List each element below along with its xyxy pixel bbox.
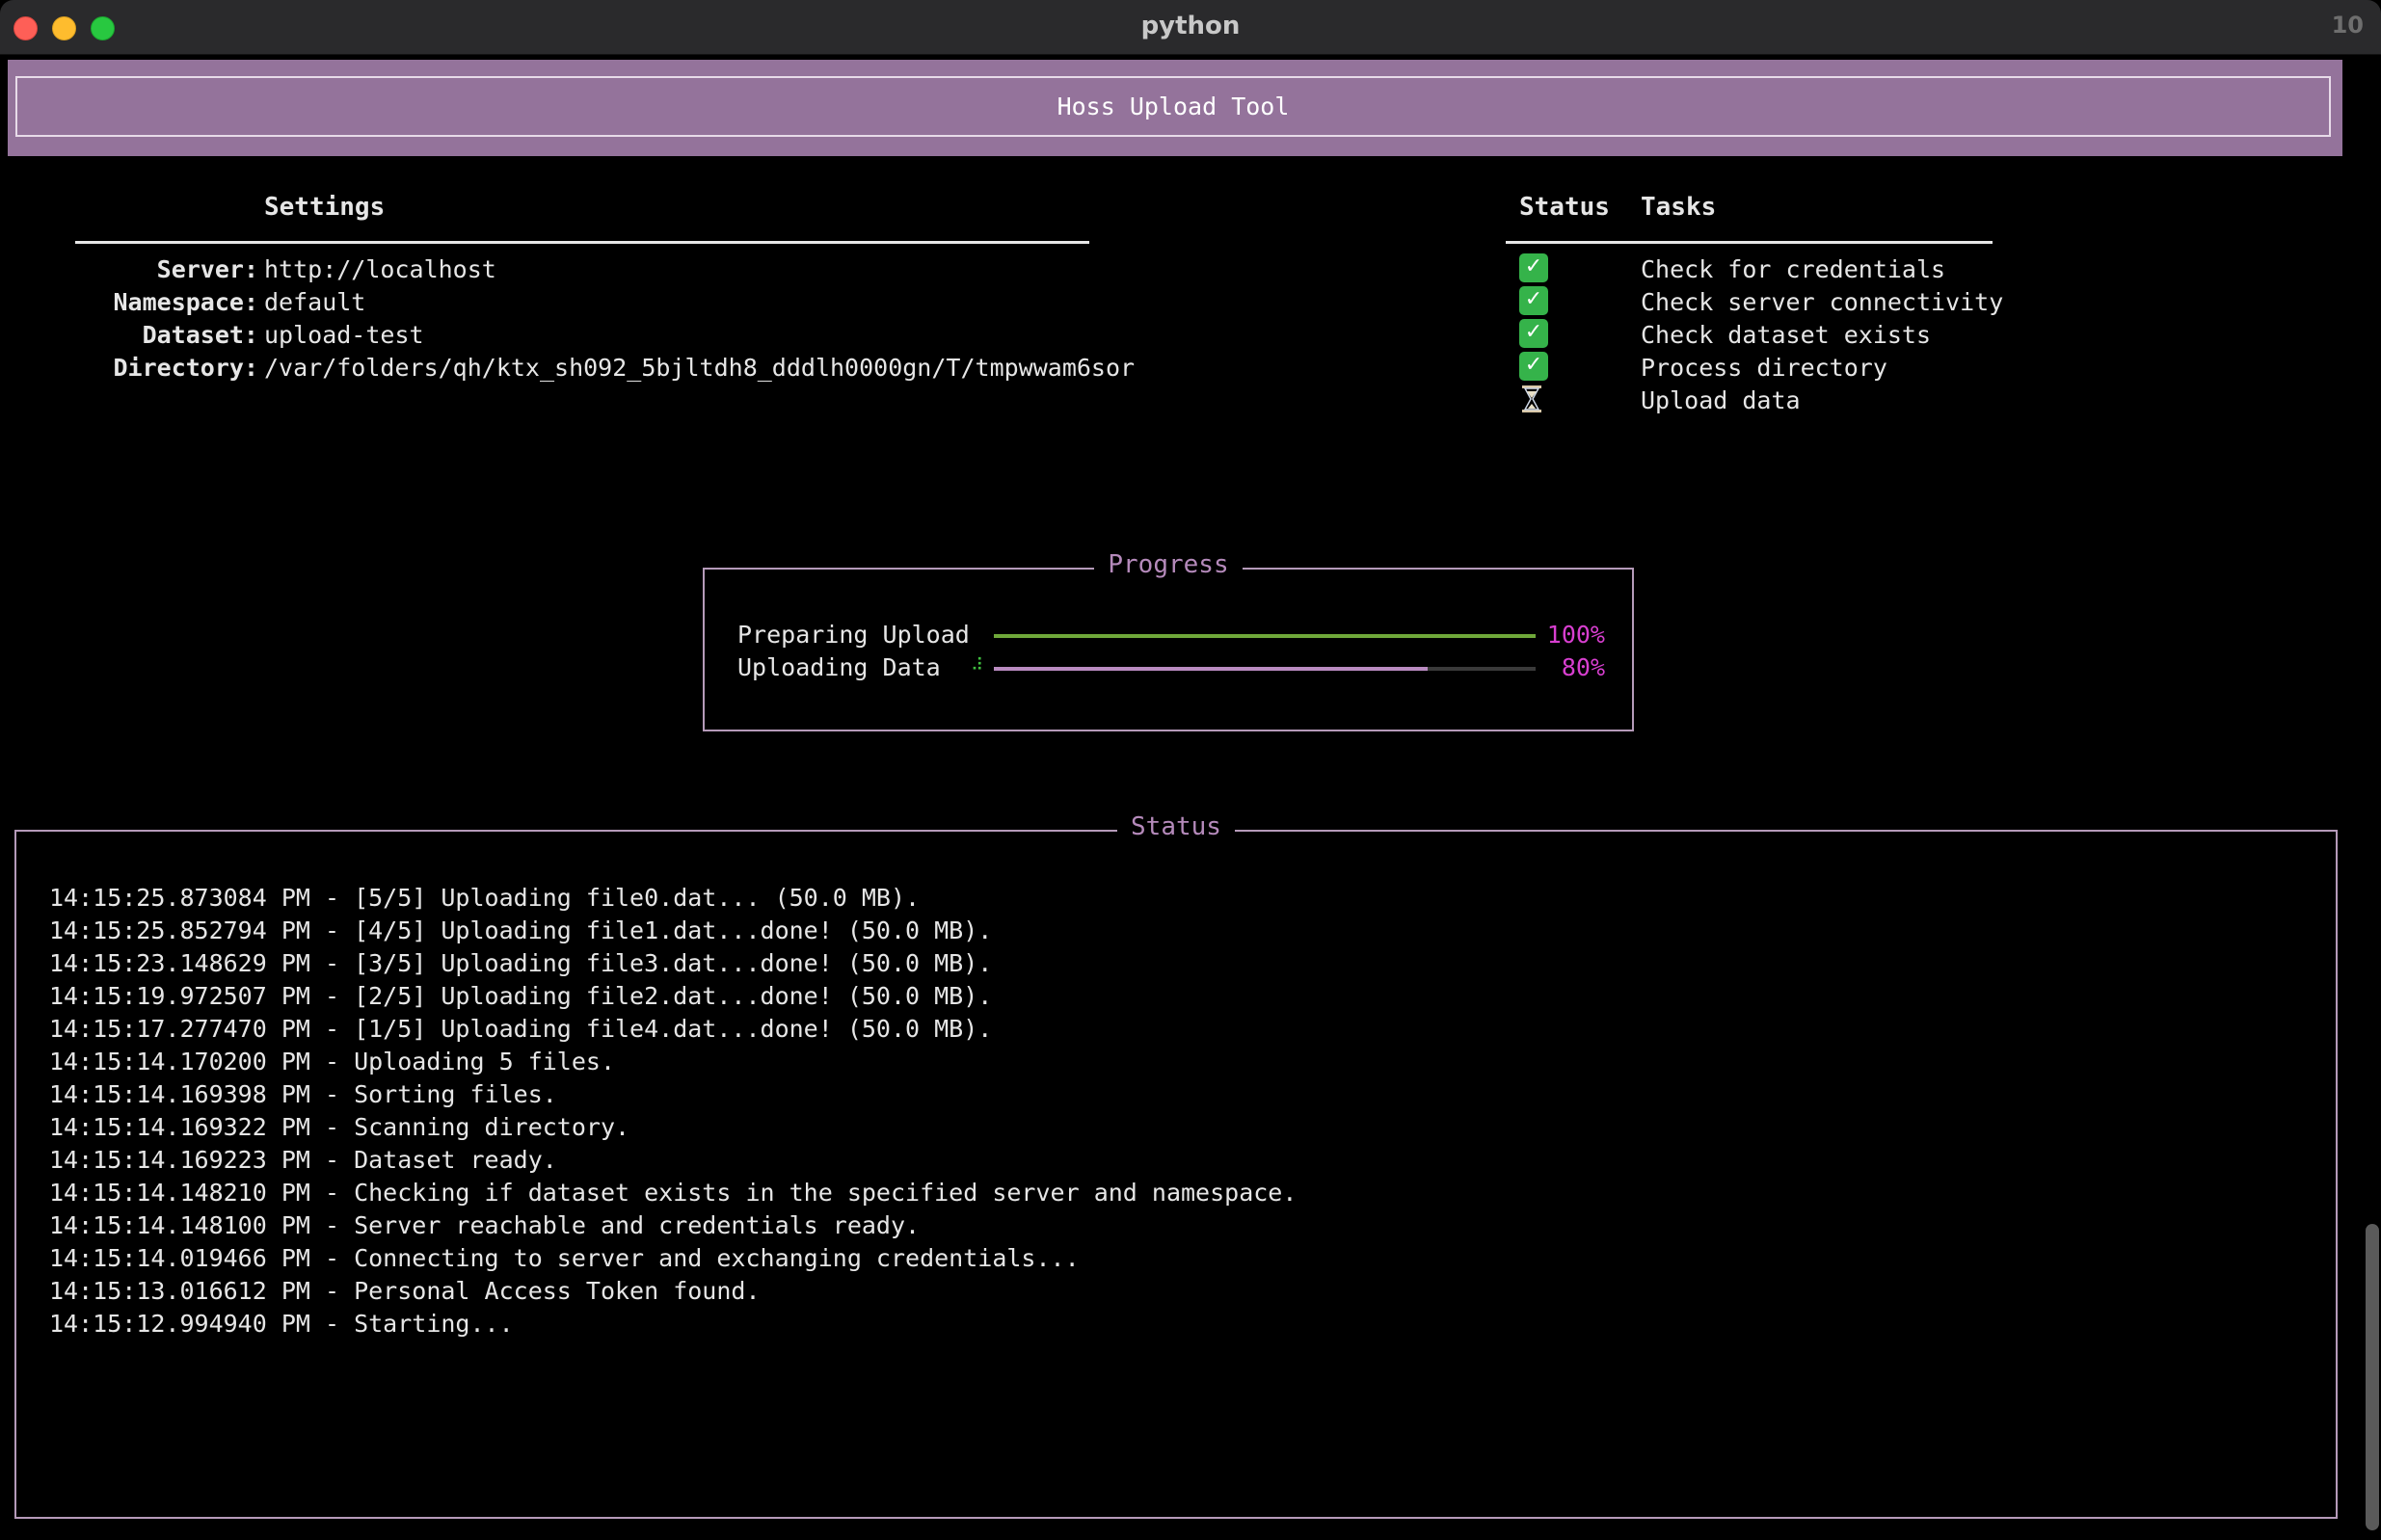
progress-bar (994, 634, 1536, 638)
progress-panel: Progress Preparing Upload 100% Uploading… (703, 550, 1634, 731)
log-line: 14:15:25.873084 PM - [5/5] Uploading fil… (49, 884, 921, 912)
tasks-column-heading: Tasks (1641, 193, 1717, 222)
tasks-header: Status Tasks (1506, 189, 1993, 244)
progress-row-uploading: Uploading Data ⠼ 80% (737, 653, 1605, 686)
log-line: 14:15:14.148100 PM - Server reachable an… (49, 1211, 921, 1239)
task-row: ✓ Check for credentials (1506, 244, 1993, 283)
log-line: 14:15:23.148629 PM - [3/5] Uploading fil… (49, 949, 993, 977)
progress-bar-fill (994, 634, 1536, 638)
log-line: 14:15:14.169322 PM - Scanning directory. (49, 1113, 630, 1141)
hourglass-icon (1519, 385, 1548, 413)
task-row: ✓ Process directory (1506, 342, 1993, 382)
setting-key: Directory: (113, 354, 258, 382)
progress-title: Progress (1094, 550, 1243, 579)
task-label: Upload data (1641, 386, 1801, 414)
log-line: 14:15:25.852794 PM - [4/5] Uploading fil… (49, 916, 993, 944)
log-line: 14:15:19.972507 PM - [2/5] Uploading fil… (49, 982, 993, 1010)
settings-heading: Settings (264, 193, 386, 222)
task-row: ✓ Check server connectivity (1506, 277, 2003, 316)
settings-table: Settings Server: http://localhost Namesp… (75, 189, 1135, 382)
status-column-heading: Status (1519, 193, 1610, 222)
log-line: 14:15:12.994940 PM - Starting... (49, 1310, 514, 1338)
status-log-panel: Status 14:15:25.873084 PM - [5/5] Upload… (14, 812, 2338, 1519)
status-title: Status (1117, 812, 1235, 841)
spinner-icon: ⠼ (971, 655, 984, 676)
log-line: 14:15:14.169223 PM - Dataset ready. (49, 1146, 557, 1174)
scrollbar-thumb[interactable] (2366, 1224, 2379, 1530)
log-line: 14:15:14.148210 PM - Checking if dataset… (49, 1179, 1298, 1207)
settings-header: Settings (75, 189, 1089, 244)
settings-row: Namespace: default (75, 277, 1089, 316)
window-badge: 10 (2331, 12, 2364, 39)
progress-label: Uploading Data (737, 653, 941, 681)
log-line: 14:15:17.277470 PM - [1/5] Uploading fil… (49, 1015, 993, 1043)
log-line: 14:15:14.019466 PM - Connecting to serve… (49, 1244, 1080, 1272)
setting-value: /var/folders/qh/ktx_sh092_5bjltdh8_dddlh… (264, 354, 1136, 382)
progress-bar (994, 667, 1536, 671)
task-row: Upload data (1506, 375, 1993, 414)
status-log: 14:15:25.873084 PM - [5/5] Uploading fil… (49, 882, 1297, 1341)
settings-row: Server: http://localhost (75, 244, 1089, 283)
task-row: ✓ Check dataset exists (1506, 309, 1993, 349)
settings-row: Dataset: upload-test (75, 309, 1089, 349)
progress-percent: 80% (1561, 653, 1605, 681)
progress-row-preparing: Preparing Upload 100% (737, 621, 1605, 653)
header-banner: Hoss Upload Tool (8, 60, 2342, 156)
app-title: Hoss Upload Tool (15, 76, 2331, 137)
title-bar: python 10 (0, 0, 2381, 55)
log-line: 14:15:14.170200 PM - Uploading 5 files. (49, 1048, 615, 1075)
log-line: 14:15:14.169398 PM - Sorting files. (49, 1080, 557, 1108)
progress-bar-fill (994, 667, 1428, 671)
tasks-table: Status Tasks ✓ Check for credentials ✓ C… (1506, 189, 2003, 414)
window-title: python (1140, 12, 1241, 40)
log-line: 14:15:13.016612 PM - Personal Access Tok… (49, 1277, 761, 1305)
terminal-window: python 10 Hoss Upload Tool Settings Serv… (0, 0, 2381, 1540)
progress-percent: 100% (1546, 621, 1605, 649)
progress-label: Preparing Upload (737, 621, 970, 649)
settings-row: Directory: /var/folders/qh/ktx_sh092_5bj… (75, 342, 1135, 382)
